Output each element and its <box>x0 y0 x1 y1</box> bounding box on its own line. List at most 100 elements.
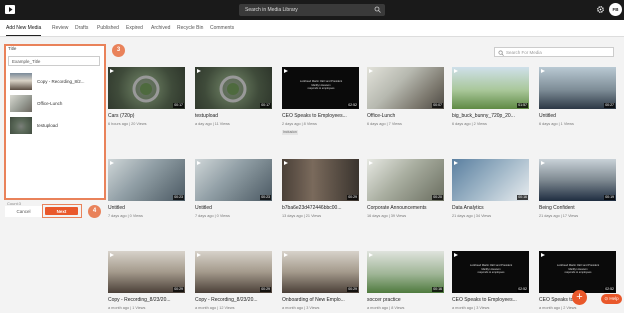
media-meta: 21 days ago | 17 Views <box>539 214 579 218</box>
tab-comments[interactable]: Comments <box>210 23 234 33</box>
media-title[interactable]: Data Analytics <box>452 205 529 211</box>
cancel-button[interactable]: Cancel <box>5 206 42 217</box>
media-title[interactable]: big_buck_bunny_720p_20... <box>452 113 529 119</box>
play-icon <box>197 161 201 165</box>
duration-badge: 00:27 <box>604 103 615 108</box>
media-title[interactable]: testupload <box>195 113 272 119</box>
media-title[interactable]: Onboarding of New Emplo... <box>282 297 359 303</box>
duration-badge: 00:29 <box>347 287 358 292</box>
media-thumbnail[interactable]: 00:17 <box>195 67 272 109</box>
duration-badge: 02:52 <box>604 287 615 292</box>
media-title[interactable]: Untitled <box>539 113 616 119</box>
play-icon <box>454 161 458 165</box>
media-thumbnail[interactable]: 00:27 <box>539 67 616 109</box>
media-thumbnail[interactable]: 00:29 <box>195 251 272 293</box>
media-title[interactable]: Office-Lunch <box>367 113 444 119</box>
play-icon <box>284 69 288 73</box>
media-thumbnail[interactable]: 00:29 <box>282 159 359 201</box>
play-icon <box>284 161 288 165</box>
duration-badge: 00:29 <box>347 195 358 200</box>
media-title[interactable]: Copy - Recording_8/23/20... <box>195 297 272 303</box>
media-thumbnail[interactable]: 00:07 <box>367 67 444 109</box>
media-title[interactable]: soccer practice <box>367 297 444 303</box>
media-thumbnail <box>10 95 32 112</box>
play-icon <box>369 69 373 73</box>
help-icon: ⊙ <box>604 296 609 301</box>
tab-review[interactable]: Review <box>52 23 68 33</box>
media-meta: a month ago | 3 Views <box>452 306 490 310</box>
search-icon <box>498 50 504 56</box>
media-thumbnail[interactable]: 01:57 <box>452 67 529 109</box>
play-icon <box>369 161 373 165</box>
media-thumbnail[interactable]: 00:19 <box>539 159 616 201</box>
duration-badge: 01:57 <box>517 103 528 108</box>
settings-icon[interactable] <box>596 5 605 14</box>
media-meta: 13 days ago | 21 Views <box>282 214 322 218</box>
duration-badge: 00:17 <box>260 103 271 108</box>
media-thumbnail[interactable]: 00:17 <box>108 67 185 109</box>
upload-details-panel: Title Example_Title Copy - Recording_8/2… <box>4 44 106 200</box>
selected-media-item[interactable]: Office-Lunch <box>10 95 98 113</box>
play-icon <box>197 253 201 257</box>
tab-archived[interactable]: Archived <box>151 23 170 33</box>
media-thumbnail[interactable]: 00:23 <box>108 159 185 201</box>
tab-add-new-media[interactable]: Add New Media <box>6 23 42 36</box>
tab-published[interactable]: Published <box>97 23 119 33</box>
next-button[interactable]: Next <box>45 207 78 215</box>
media-title[interactable]: CEO Speaks to Employees... <box>452 297 529 303</box>
play-icon <box>284 253 288 257</box>
duration-badge: 00:29 <box>173 287 184 292</box>
selected-media-item[interactable]: testupload <box>10 117 98 135</box>
media-thumbnail[interactable]: Lockheed Martin CEO and President Marill… <box>282 67 359 109</box>
media-title[interactable]: Untitled <box>195 205 272 211</box>
media-thumbnail[interactable]: 00:29 <box>282 251 359 293</box>
help-button[interactable]: ⊙ Help <box>601 294 622 304</box>
media-meta: 7 days ago | 0 Views <box>108 214 143 218</box>
app-logo-icon[interactable] <box>5 5 15 14</box>
global-search-placeholder: Search in Media Library <box>245 7 298 13</box>
category-tag[interactable]: Inclusion <box>282 130 298 135</box>
tab-recycle-bin[interactable]: Recycle Bin <box>177 23 203 33</box>
media-title[interactable]: Copy - Recording_8/23/20... <box>108 297 185 303</box>
media-thumbnail[interactable]: Lockheed Martin CEO and President Marill… <box>452 251 529 293</box>
media-label: testupload <box>37 123 58 128</box>
media-thumbnail[interactable]: 00:16 <box>452 159 529 201</box>
tab-expired[interactable]: Expired <box>126 23 143 33</box>
media-thumbnail <box>10 117 32 134</box>
top-bar: Search in Media Library FB <box>0 0 624 20</box>
media-title[interactable]: CEO Speaks to Employees... <box>282 113 359 119</box>
play-icon <box>541 161 545 165</box>
duration-badge: 00:23 <box>173 195 184 200</box>
media-meta: a month ago | 8 Views <box>367 306 405 310</box>
media-thumbnail[interactable]: Lockheed Martin CEO and President Marill… <box>539 251 616 293</box>
user-avatar[interactable]: FB <box>609 3 622 16</box>
media-thumbnail[interactable]: 00:23 <box>195 159 272 201</box>
media-title[interactable]: Cars (720p) <box>108 113 185 119</box>
media-meta: a month ago | 1 Views <box>108 306 146 310</box>
play-icon <box>454 69 458 73</box>
media-meta: 6 days ago | 7 Views <box>367 122 402 126</box>
slide-text: Lockheed Martin CEO and President Marill… <box>299 80 343 91</box>
add-media-fab[interactable]: + <box>572 290 587 305</box>
media-thumbnail[interactable]: 00:16 <box>367 251 444 293</box>
search-media-input[interactable]: Search For Media <box>494 47 614 57</box>
media-meta: a month ago | 3 Views <box>282 306 320 310</box>
global-search-input[interactable]: Search in Media Library <box>239 4 385 16</box>
media-title[interactable]: Corporate Announcements <box>367 205 444 211</box>
media-title[interactable]: Being Confident <box>539 205 616 211</box>
duration-badge: 00:17 <box>173 103 184 108</box>
media-thumbnail[interactable]: 00:20 <box>367 159 444 201</box>
title-input[interactable]: Example_Title <box>8 56 100 66</box>
media-title[interactable]: b7ba6e23d472446bbc00... <box>282 205 359 211</box>
media-meta: 6 hours ago | 20 Views <box>108 122 147 126</box>
media-thumbnail[interactable]: 00:29 <box>108 251 185 293</box>
tab-drafts[interactable]: Drafts <box>75 23 88 33</box>
media-meta: 6 days ago | 1 Views <box>539 122 574 126</box>
media-title[interactable]: Untitled <box>108 205 185 211</box>
selected-media-item[interactable]: Copy - Recording_8/2... <box>10 73 98 91</box>
title-label: Title <box>8 46 17 51</box>
play-icon <box>369 253 373 257</box>
duration-badge: 00:23 <box>260 195 271 200</box>
media-meta: a day ago | 11 Views <box>195 122 230 126</box>
media-label: Copy - Recording_8/2... <box>37 79 85 84</box>
